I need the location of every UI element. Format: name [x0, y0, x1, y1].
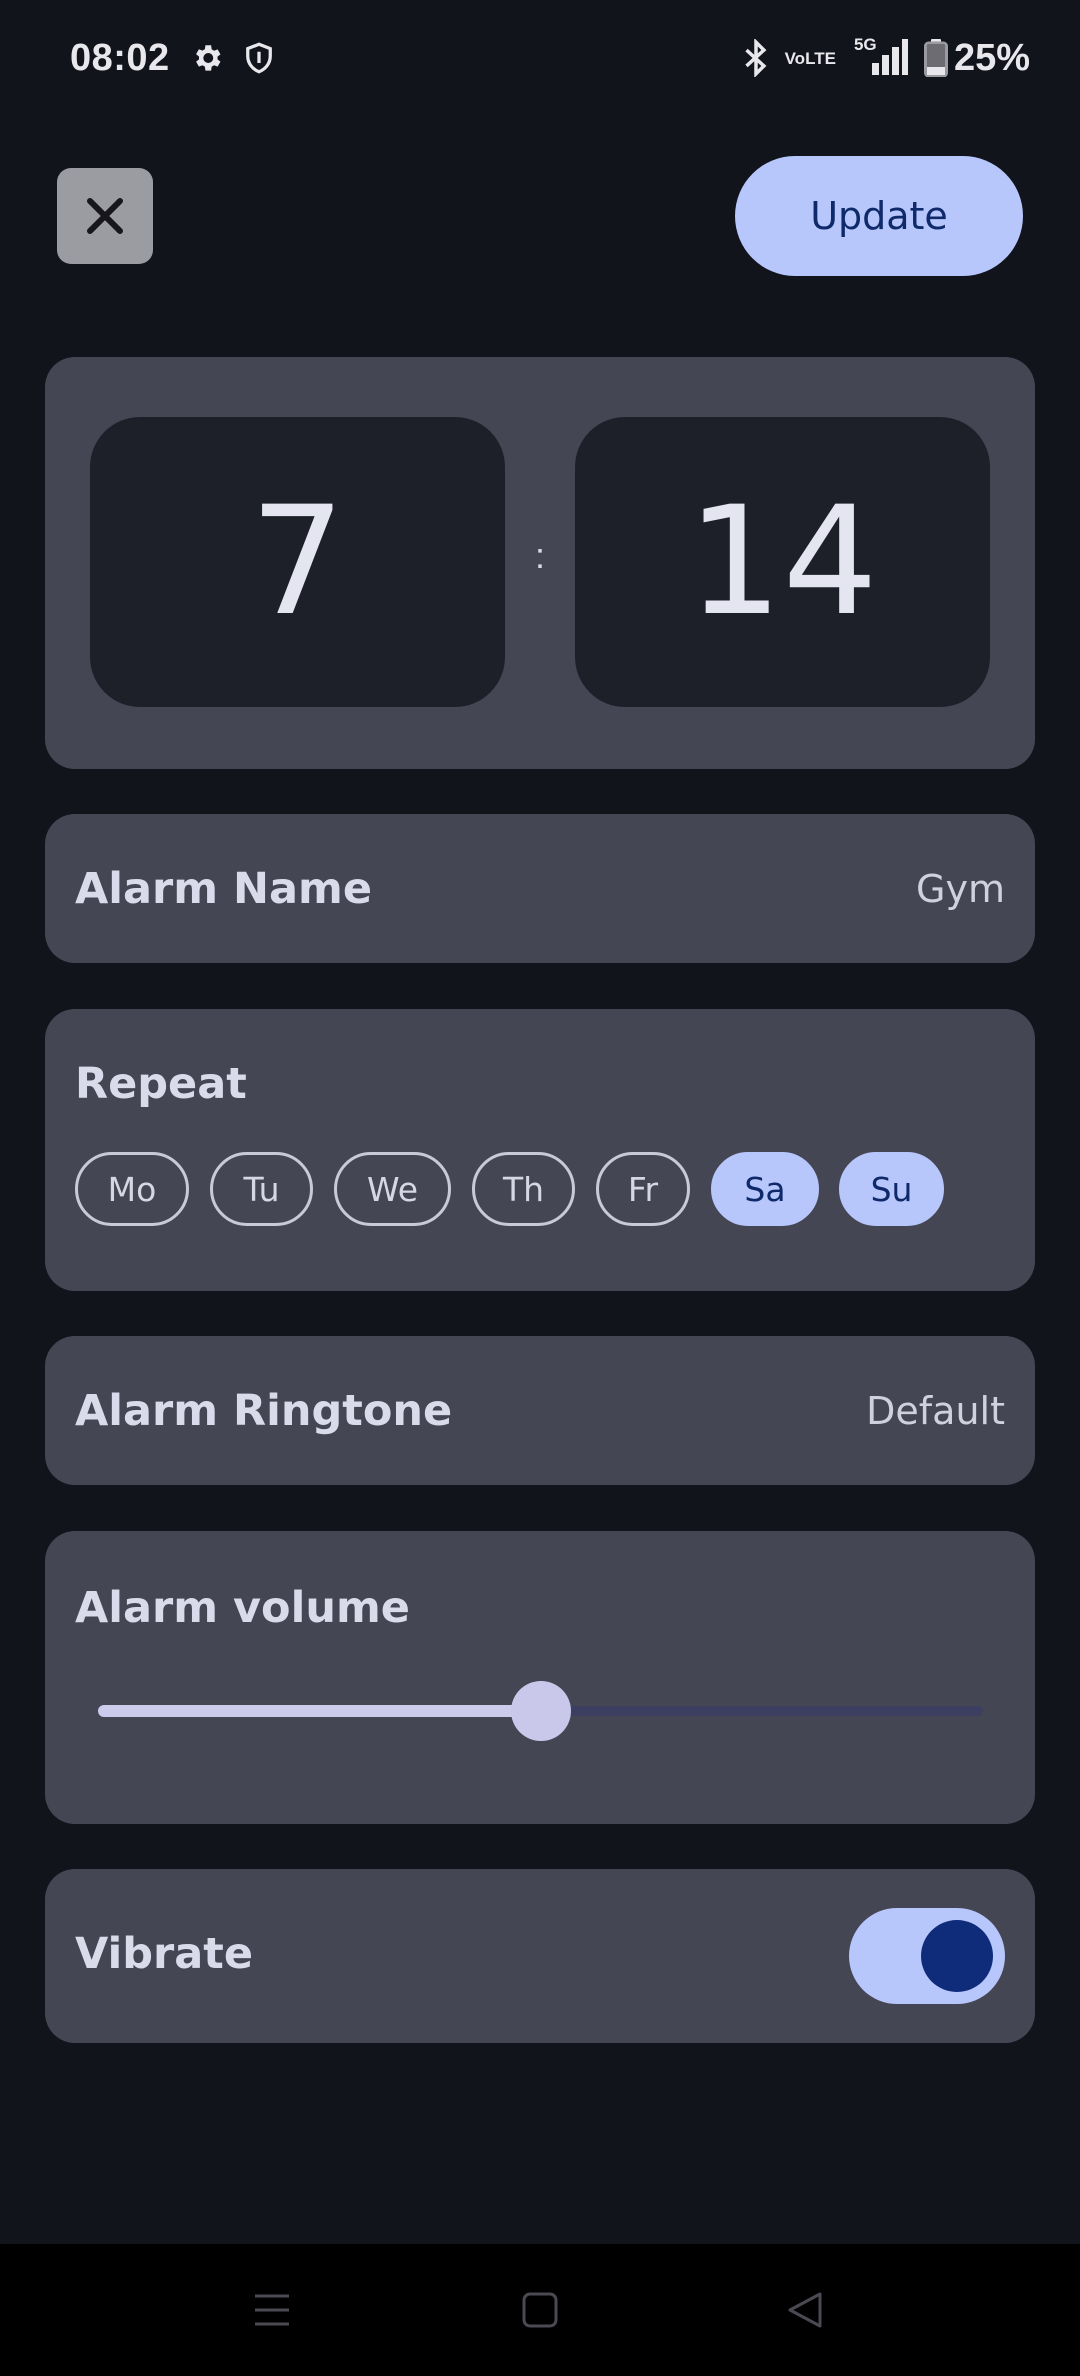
status-bar: 08:02 Vo LTE 5G 25%	[0, 0, 1080, 116]
day-chip-we[interactable]: We	[334, 1152, 451, 1226]
home-button[interactable]	[510, 2280, 570, 2340]
alarm-ringtone-row[interactable]: Alarm Ringtone Default	[45, 1336, 1035, 1485]
vibrate-label: Vibrate	[75, 1929, 253, 1979]
minute-picker[interactable]: 14	[575, 417, 990, 707]
alarm-name-row[interactable]: Alarm Name Gym	[45, 814, 1035, 963]
repeat-label: Repeat	[75, 1059, 247, 1109]
day-chip-mo[interactable]: Mo	[75, 1152, 189, 1226]
menu-button[interactable]	[242, 2280, 302, 2340]
update-button[interactable]: Update	[735, 156, 1023, 276]
day-chip-su[interactable]: Su	[839, 1152, 944, 1226]
bluetooth-icon	[743, 39, 769, 77]
network-type: 5G	[853, 35, 877, 54]
home-icon	[522, 2292, 558, 2328]
alarm-name-label: Alarm Name	[75, 863, 372, 914]
vibrate-card: Vibrate	[45, 1869, 1035, 2043]
alarm-ringtone-label: Alarm Ringtone	[75, 1385, 453, 1436]
shield-icon	[244, 41, 274, 75]
volte-icon: Vo LTE	[785, 50, 836, 67]
toggle-knob	[921, 1920, 993, 1992]
time-separator: :	[534, 535, 545, 576]
5g-signal-icon: 5G	[852, 35, 908, 77]
alarm-name-value: Gym	[916, 866, 1005, 911]
day-chip-th[interactable]: Th	[472, 1152, 575, 1226]
menu-icon	[255, 2294, 289, 2326]
alarm-volume-card: Alarm volume	[45, 1531, 1035, 1824]
volume-slider[interactable]	[98, 1681, 983, 1741]
back-button[interactable]	[776, 2280, 836, 2340]
back-icon	[788, 2292, 822, 2328]
volte-bottom: LTE	[805, 48, 836, 68]
vibrate-toggle[interactable]	[849, 1908, 1005, 2004]
time-picker-card: 7 : 14	[45, 357, 1035, 769]
volte-top: Vo	[784, 48, 806, 68]
status-left: 08:02	[70, 37, 274, 80]
close-button[interactable]	[57, 168, 153, 264]
day-chip-fr[interactable]: Fr	[596, 1152, 690, 1226]
status-right: Vo LTE 5G 25%	[727, 35, 1030, 80]
status-time: 08:02	[70, 36, 170, 79]
battery-percentage: 25%	[953, 36, 1030, 79]
slider-fill	[98, 1705, 541, 1717]
settings-icon	[190, 41, 224, 75]
day-chip-sa[interactable]: Sa	[711, 1152, 819, 1226]
slider-thumb[interactable]	[510, 1681, 571, 1741]
navigation-bar	[0, 2244, 1080, 2376]
alarm-volume-label: Alarm volume	[75, 1583, 410, 1633]
hour-picker[interactable]: 7	[90, 417, 505, 707]
battery-icon	[923, 39, 948, 77]
day-chip-tu[interactable]: Tu	[210, 1152, 313, 1226]
repeat-card: Repeat Mo Tu We Th Fr Sa Su	[45, 1009, 1035, 1291]
close-icon	[87, 198, 123, 234]
alarm-ringtone-value: Default	[866, 1388, 1005, 1433]
